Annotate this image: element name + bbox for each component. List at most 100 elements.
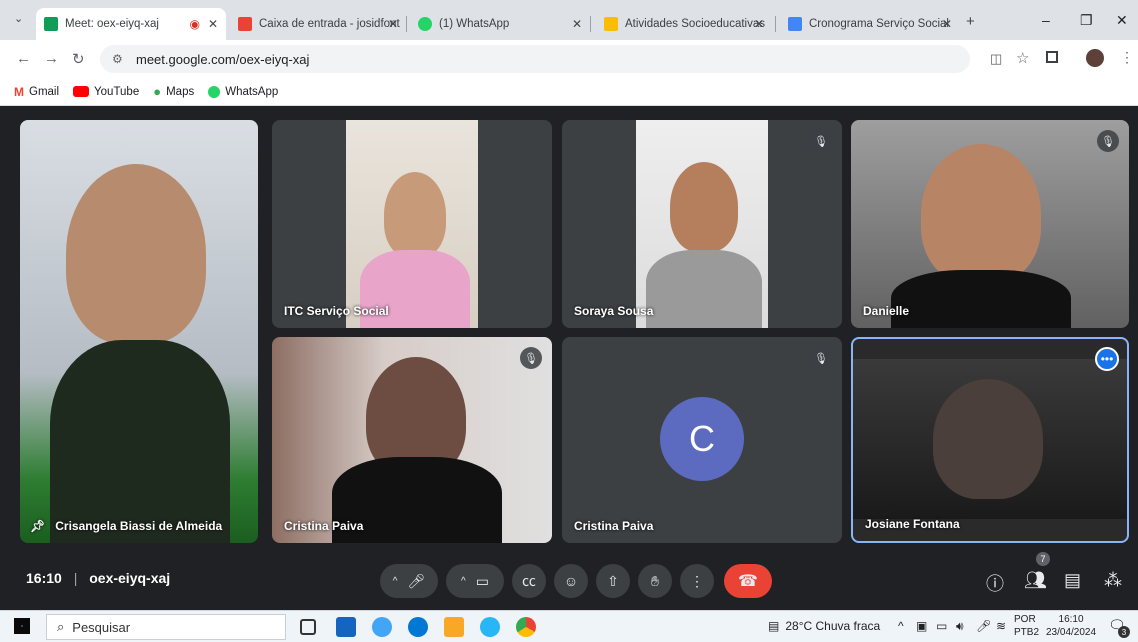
- volume-icon[interactable]: 🔊︎: [956, 619, 964, 634]
- tab-drive[interactable]: Atividades Socioeducativas ✕: [596, 8, 772, 40]
- meeting-info-icon[interactable]: ⓘ: [986, 570, 1004, 596]
- participant-name: Danielle: [863, 304, 910, 318]
- close-tab-icon[interactable]: ✕: [572, 17, 582, 31]
- language-indicator[interactable]: POR PTB2: [1014, 613, 1039, 639]
- more-options-button[interactable]: ⋮: [680, 564, 714, 598]
- chevron-up-icon[interactable]: ^: [393, 576, 398, 587]
- show-hidden-icons[interactable]: ^: [898, 619, 904, 633]
- bookmark-whatsapp[interactable]: WhatsApp: [208, 85, 278, 98]
- raise-hand-button[interactable]: ✋︎: [638, 564, 672, 598]
- participant-tile[interactable]: 🎙︎ Danielle: [851, 120, 1129, 328]
- tab-docs[interactable]: Cronograma Serviço Social ✕: [780, 8, 960, 40]
- forward-icon[interactable]: →: [44, 50, 59, 67]
- bookmark-star-icon[interactable]: ☆: [1016, 49, 1029, 67]
- reload-icon[interactable]: ↻: [72, 50, 85, 68]
- tab-separator: [775, 16, 776, 32]
- tab-title: (1) WhatsApp: [439, 18, 510, 30]
- taskbar-search[interactable]: ⌕ Pesquisar: [46, 614, 286, 640]
- docs-favicon-icon: [788, 17, 802, 31]
- people-icon[interactable]: 👥︎: [1024, 570, 1047, 591]
- tab-whatsapp[interactable]: (1) WhatsApp ✕: [410, 8, 590, 40]
- notification-count: 3: [1118, 626, 1130, 638]
- weather-icon: ▤: [768, 619, 780, 633]
- close-tab-icon[interactable]: ✕: [754, 17, 764, 31]
- mic-off-icon: 🎙︎: [810, 347, 832, 369]
- battery-icon[interactable]: ▭: [936, 619, 947, 633]
- activities-icon[interactable]: ⁂: [1104, 570, 1122, 591]
- restore-icon[interactable]: ❐: [1080, 12, 1093, 29]
- system-clock[interactable]: 16:10 23/04/2024: [1046, 613, 1096, 639]
- side-panel-icon[interactable]: [1046, 51, 1058, 63]
- meet-controls: 16:10 | oex-eiyq-xaj ^ 🎤︎ ^ ▭ ㏄ ☺ ⇧ ✋︎ ⋮…: [0, 552, 1138, 608]
- browser-app-icon[interactable]: [372, 617, 392, 637]
- camera-button[interactable]: ^ ▭: [446, 564, 504, 598]
- bookmark-label: Maps: [166, 85, 195, 98]
- tab-title: Cronograma Serviço Social: [809, 18, 949, 30]
- close-tab-icon[interactable]: ✕: [942, 17, 952, 31]
- wifi-icon[interactable]: ≋: [996, 619, 1006, 633]
- participant-tile[interactable]: C 🎙︎ Cristina Paiva: [562, 337, 842, 543]
- tab-meet[interactable]: Meet: oex-eiyq-xaj ◉ ✕: [36, 8, 226, 40]
- whatsapp-icon: [208, 85, 221, 98]
- windows-start-icon[interactable]: [14, 618, 30, 634]
- tab-gmail[interactable]: Caixa de entrada - josidfont ✕: [230, 8, 406, 40]
- participant-name: Soraya Sousa: [574, 304, 654, 318]
- tab-title: Caixa de entrada - josidfont: [259, 18, 400, 30]
- microphone-tray-icon[interactable]: 🎤︎: [976, 619, 991, 633]
- avatar: C: [660, 397, 744, 481]
- participant-video-body: [891, 270, 1071, 328]
- participant-tile-self[interactable]: ••• Josiane Fontana: [851, 337, 1129, 543]
- participant-video: [853, 359, 1127, 519]
- edge-icon[interactable]: [408, 617, 428, 637]
- participant-name: 📌︎ Crisangela Biassi de Almeida: [30, 519, 223, 533]
- participant-tile[interactable]: 📌︎ Crisangela Biassi de Almeida: [20, 120, 258, 543]
- drive-favicon-icon: [604, 17, 618, 31]
- bookmark-label: YouTube: [94, 85, 140, 98]
- mail-app-icon[interactable]: [336, 617, 356, 637]
- file-explorer-icon[interactable]: [444, 617, 464, 637]
- participant-tile[interactable]: ITC Serviço Social: [272, 120, 552, 328]
- meet-stage: 📌︎ Crisangela Biassi de Almeida ITC Servi…: [0, 106, 1138, 608]
- emoji-button[interactable]: ☺: [554, 564, 588, 598]
- tab-separator: [590, 16, 591, 32]
- chat-icon[interactable]: ▤: [1064, 570, 1081, 591]
- participant-tile[interactable]: 🎙︎ Cristina Paiva: [272, 337, 552, 543]
- bookmark-maps[interactable]: ● Maps: [153, 84, 194, 99]
- close-window-icon[interactable]: ✕: [1116, 12, 1128, 29]
- participant-video: [66, 164, 206, 344]
- internet-explorer-icon[interactable]: [480, 617, 500, 637]
- minimize-icon[interactable]: –: [1042, 12, 1050, 28]
- profile-avatar[interactable]: [1086, 49, 1104, 67]
- captions-button[interactable]: ㏄: [512, 564, 546, 598]
- task-view-icon[interactable]: [300, 619, 316, 635]
- youtube-icon: [73, 86, 90, 97]
- weather-widget[interactable]: ▤ 28°C Chuva fraca: [768, 619, 880, 633]
- chrome-icon[interactable]: [516, 617, 536, 637]
- address-bar[interactable]: meet.google.com/oex-eiyq-xaj: [100, 45, 970, 73]
- close-tab-icon[interactable]: ✕: [208, 17, 218, 31]
- participant-name: Josiane Fontana: [865, 517, 960, 531]
- back-icon[interactable]: ←: [16, 50, 31, 67]
- menu-kebab-icon[interactable]: ⋮: [1120, 49, 1134, 66]
- bookmark-gmail[interactable]: M Gmail: [14, 85, 59, 99]
- microphone-button[interactable]: ^ 🎤︎: [380, 564, 438, 598]
- tab-search-chevron-icon[interactable]: ⌄: [14, 12, 23, 25]
- close-tab-icon[interactable]: ✕: [388, 17, 398, 31]
- participant-tile[interactable]: 🎙︎ Soraya Sousa: [562, 120, 842, 328]
- maps-icon: ●: [153, 84, 162, 99]
- participant-video: [346, 120, 478, 328]
- leave-call-button[interactable]: ☎︎: [724, 564, 772, 598]
- meet-tray-icon[interactable]: ▣: [916, 619, 927, 633]
- end-call-icon: ☎︎: [738, 573, 758, 590]
- tab-separator: [406, 16, 407, 32]
- chevron-up-icon[interactable]: ^: [461, 576, 466, 587]
- participant-name: ITC Serviço Social: [284, 304, 389, 318]
- new-tab-icon[interactable]: +: [966, 13, 975, 30]
- more-options-icon[interactable]: •••: [1095, 347, 1119, 371]
- camera-in-use-icon[interactable]: ◫: [990, 51, 1002, 67]
- site-info-icon[interactable]: ⚙: [112, 52, 123, 66]
- people-count-badge: 7: [1036, 552, 1050, 566]
- participant-name: Cristina Paiva: [284, 519, 364, 533]
- present-button[interactable]: ⇧: [596, 564, 630, 598]
- bookmark-youtube[interactable]: YouTube: [73, 86, 139, 98]
